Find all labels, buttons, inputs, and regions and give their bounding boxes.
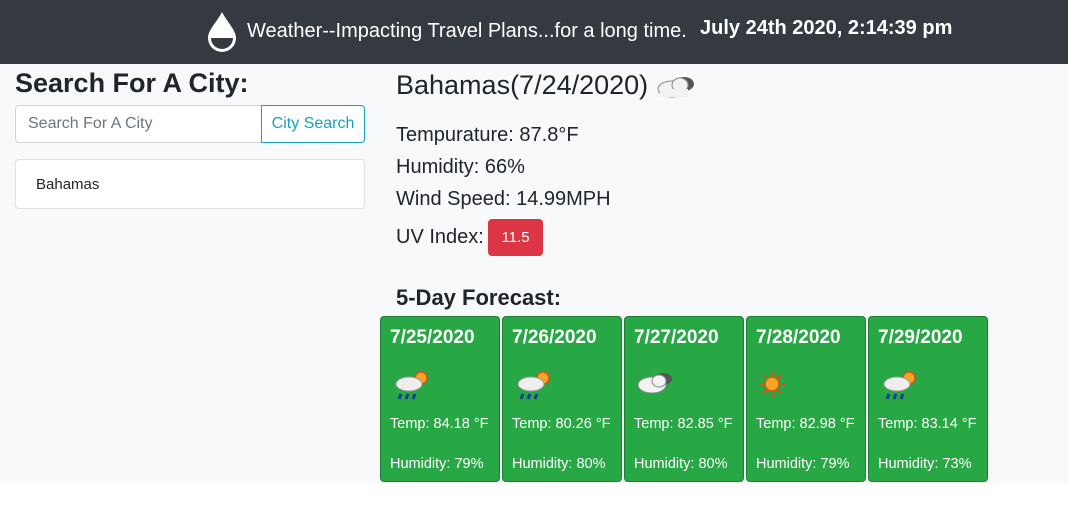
search-input[interactable] [15,105,262,143]
forecast-humidity: Humidity: 79% [756,456,850,472]
forecast-date: 7/27/2020 [634,327,719,348]
forecast-temp: Temp: 83.14 °F [878,416,977,432]
city-date-heading: Bahamas(7/24/2020) [396,70,649,100]
forecast-humidity: Humidity: 79% [390,456,484,472]
forecast-date: 7/26/2020 [512,327,597,348]
water-drop-icon [205,10,239,52]
forecast-date: 7/28/2020 [756,327,841,348]
uv-index-label: UV Index: [396,226,484,248]
app-title: Weather--Impacting Travel Plans...for a … [247,19,687,42]
forecast-card: 7/27/2020 Temp: 82.85 °F Humidity: 80% [624,316,744,482]
current-datetime: July 24th 2020, 2:14:39 pm [700,17,953,39]
forecast-temp: Temp: 84.18 °F [390,416,489,432]
history-item-bahamas[interactable]: Bahamas [36,176,99,193]
forecast-temp: Temp: 82.85 °F [634,416,733,432]
sun-icon [757,367,799,401]
city-search-button[interactable]: City Search [261,105,365,143]
forecast-temp: Temp: 82.98 °F [756,416,855,432]
search-history-list: Bahamas [15,159,365,209]
navbar: Weather--Impacting Travel Plans...for a … [0,0,1068,64]
brand[interactable]: Weather--Impacting Travel Plans...for a … [205,10,687,52]
rain-sun-icon [391,367,433,401]
rain-sun-icon [879,367,921,401]
forecast-card: 7/26/2020 Temp: 80.26 °F Humidity: 80% [502,316,622,482]
forecast-card: 7/29/2020 Temp: 83.14 °F Humidity: 73% [868,316,988,482]
rain-sun-icon [513,367,555,401]
forecast-date: 7/25/2020 [390,327,475,348]
uv-index-badge: 11.5 [488,219,543,256]
current-humidity: Humidity: 66% [396,156,525,178]
forecast-humidity: Humidity: 80% [634,456,728,472]
search-heading: Search For A City: [15,68,249,98]
forecast-temp: Temp: 80.26 °F [512,416,611,432]
current-weather-title: Bahamas(7/24/2020) [396,70,698,101]
cloud-icon [635,367,677,401]
current-temperature: Tempurature: 87.8°F [396,124,579,146]
partly-cloudy-icon [654,72,698,100]
forecast-card: 7/25/2020 Temp: 84.18 °F Humidity: 79% [380,316,500,482]
current-wind-speed: Wind Speed: 14.99MPH [396,188,611,210]
forecast-card: 7/28/2020 Temp: 82.98 °F Humidity: 79% [746,316,866,482]
forecast-humidity: Humidity: 80% [512,456,606,472]
forecast-date: 7/29/2020 [878,327,963,348]
forecast-humidity: Humidity: 73% [878,456,972,472]
forecast-heading: 5-Day Forecast: [396,285,562,310]
